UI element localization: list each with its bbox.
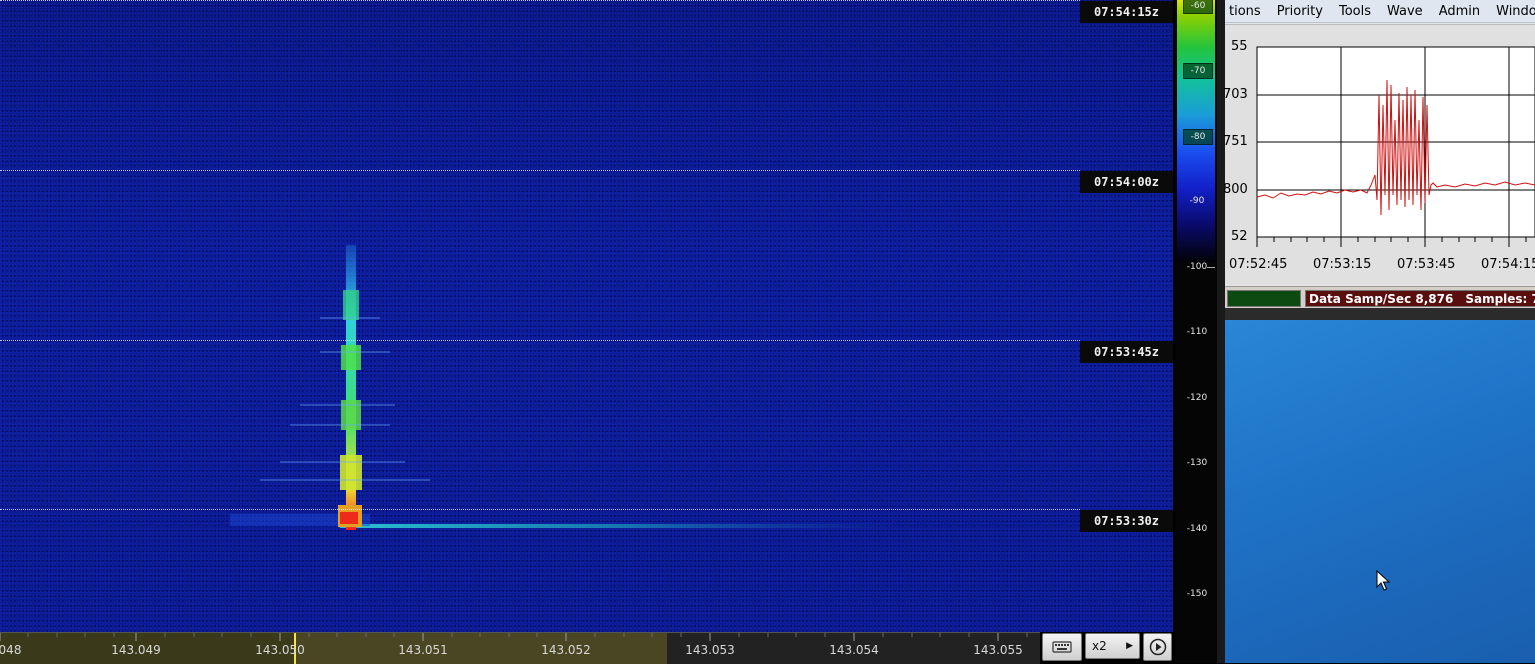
menu-bar: tions Priority Tools Wave Admin Window [1225, 0, 1535, 23]
time-label: 07:54:00z [1080, 171, 1173, 193]
scale-label: -150 [1186, 589, 1208, 599]
freq-label: 143.052 [541, 643, 591, 657]
signal-trace [230, 245, 900, 530]
status-readout: Data Samp/Sec 8,876 Samples: 7029 [1305, 290, 1535, 307]
secondary-window: tions Priority Tools Wave Admin Window [1217, 0, 1535, 663]
scale-label: -70 [1183, 63, 1213, 79]
y-label: 55 [1231, 39, 1248, 54]
play-button[interactable] [1143, 633, 1172, 661]
scale-label: -80 [1183, 129, 1213, 145]
menu-item-tools[interactable]: Tools [1331, 4, 1379, 19]
y-label: 52 [1231, 229, 1248, 244]
time-label: 07:53:45z [1080, 341, 1173, 363]
keyboard-button[interactable] [1042, 633, 1082, 661]
x-label: 07:53:15 [1313, 257, 1372, 272]
time-gridline [0, 340, 1080, 341]
freq-label: 143.053 [685, 643, 735, 657]
freq-label: 143.050 [255, 643, 305, 657]
zoom-label: x2 [1092, 639, 1107, 653]
x-label: 07:53:45 [1397, 257, 1456, 272]
freq-label: 143.049 [111, 643, 161, 657]
caret-right-icon: ▶ [1126, 641, 1133, 651]
signal-chart[interactable]: 55 703 751 800 52 07:52:45 07:53:15 07:5… [1223, 24, 1535, 285]
menu-item-priority[interactable]: Priority [1269, 4, 1331, 19]
desktop-background[interactable] [1225, 320, 1535, 663]
y-label: 800 [1223, 182, 1248, 197]
menu-item-window[interactable]: Window [1488, 4, 1535, 19]
play-circle-icon [1149, 638, 1166, 656]
time-label: 07:54:15z [1080, 1, 1173, 23]
waterfall-display[interactable]: 07:54:15z 07:54:00z 07:53:45z 07:53:30z [0, 0, 1173, 632]
samples-count: Samples: 7029 [1465, 291, 1535, 306]
y-label: 703 [1223, 87, 1248, 102]
freq-label: 143.055 [973, 643, 1023, 657]
scale-label: -60 [1183, 0, 1213, 14]
frequency-axis[interactable]: 048 143.049 143.050 143.051 143.052 143.… [0, 632, 1040, 664]
time-label: 07:53:30z [1080, 510, 1173, 532]
keyboard-icon [1052, 641, 1072, 653]
freq-label: 048 [0, 643, 22, 657]
mouse-pointer-icon [1376, 570, 1390, 591]
menu-item-wave[interactable]: Wave [1379, 4, 1431, 19]
status-bar: Data Samp/Sec 8,876 Samples: 7029 [1225, 286, 1535, 309]
data-samp-sec: Data Samp/Sec 8,876 [1309, 291, 1454, 306]
freq-label: 143.051 [398, 643, 448, 657]
scale-tick [1207, 267, 1215, 268]
time-gridline [0, 0, 1080, 1]
scale-label: -130 [1186, 458, 1208, 468]
zoom-dropdown[interactable]: x2 ▶ [1085, 633, 1140, 659]
x-label: 07:54:15 [1481, 257, 1535, 272]
menu-item-options[interactable]: tions [1225, 4, 1269, 19]
x-label: 07:52:45 [1229, 257, 1288, 272]
freq-label: 143.054 [829, 643, 879, 657]
menu-item-admin[interactable]: Admin [1431, 4, 1488, 19]
color-scale[interactable]: -60 -70 -80 -90 -100 -110 -120 -130 -140… [1175, 0, 1217, 663]
status-indicator [1227, 290, 1301, 307]
scale-label: -90 [1189, 196, 1205, 206]
time-gridline [0, 170, 1080, 171]
y-label: 751 [1223, 134, 1248, 149]
scale-label: -110 [1186, 327, 1208, 337]
time-gridline [0, 509, 1080, 510]
signal-chart-plot [1256, 46, 1535, 247]
scale-label: -120 [1186, 393, 1208, 403]
scale-label: -140 [1186, 524, 1208, 534]
